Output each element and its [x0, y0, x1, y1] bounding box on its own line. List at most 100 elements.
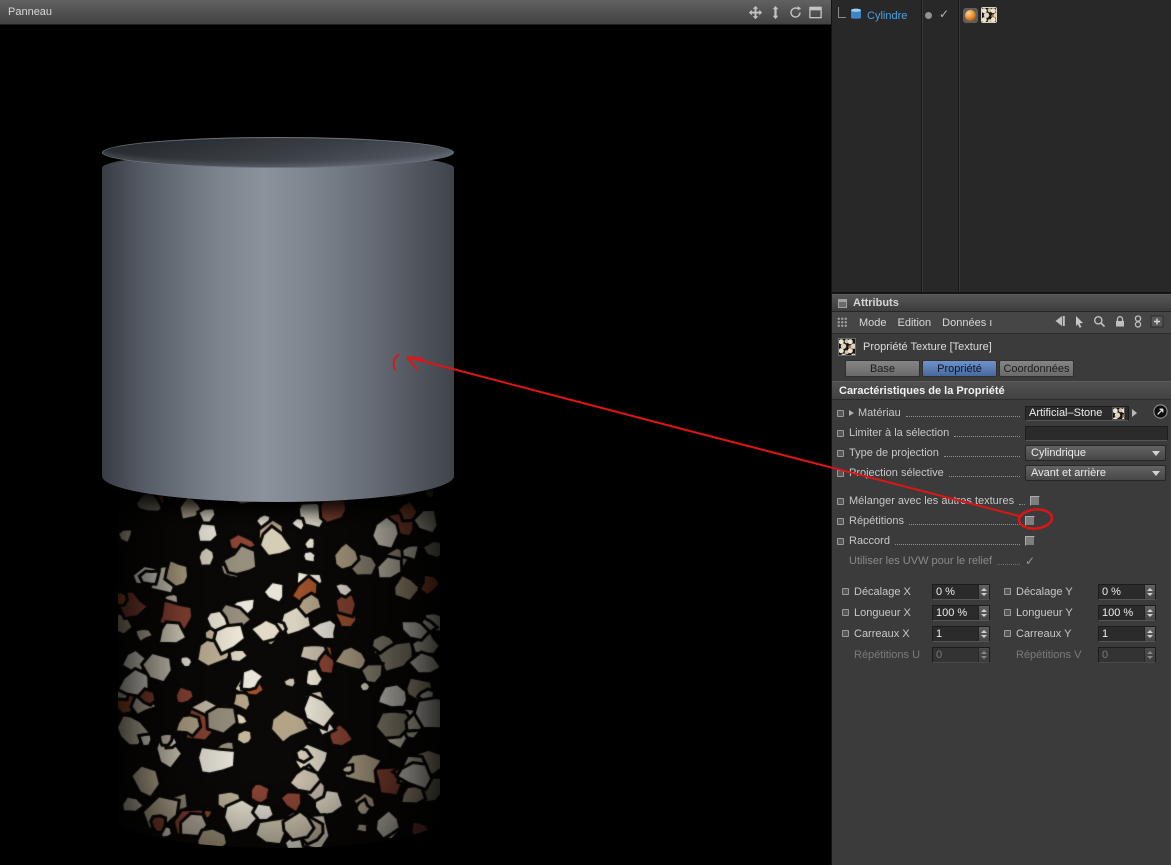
back-icon[interactable]: [1053, 315, 1066, 330]
tag-area: [963, 7, 997, 23]
offset-x-field[interactable]: 0 %: [932, 583, 990, 600]
object-name[interactable]: Cylindre: [867, 10, 907, 22]
length-y-value: 100 %: [1102, 606, 1134, 619]
raccord-checkbox[interactable]: [1025, 536, 1035, 546]
anim-dot-icon[interactable]: [1004, 630, 1011, 637]
material-row: Matériau Artificial–Stone: [837, 403, 1168, 423]
stepper[interactable]: [978, 605, 989, 620]
repetitions-u-value: 0: [936, 648, 943, 661]
selective-label: Projection sélective: [849, 467, 944, 479]
move-view-icon[interactable]: [747, 4, 763, 20]
repetitions-row: Répétitions: [837, 511, 1168, 531]
pick-material-icon[interactable]: [1153, 404, 1168, 422]
anim-dot-icon[interactable]: [837, 497, 844, 505]
search-icon[interactable]: [1093, 315, 1106, 331]
anim-dot-icon[interactable]: [837, 537, 844, 545]
length-x-field[interactable]: 100 %: [932, 604, 990, 621]
material-label: Matériau: [858, 407, 901, 419]
anim-dot-icon[interactable]: [837, 429, 844, 437]
stepper[interactable]: [978, 584, 989, 599]
anim-dot-icon[interactable]: [837, 469, 844, 477]
repetitions-v-label: Répétitions V: [1016, 648, 1082, 661]
offset-y-value: 0 %: [1102, 585, 1121, 598]
property-title-row: Propriété Texture [Texture]: [832, 334, 1171, 360]
offset-y-label: Décalage Y: [1016, 585, 1073, 598]
length-x-label: Longueur X: [854, 606, 911, 619]
cylinder-textured-section[interactable]: [118, 478, 440, 848]
offset-y-field[interactable]: 0 %: [1098, 583, 1156, 600]
viewport-titlebar[interactable]: Panneau: [0, 0, 831, 25]
tiles-y-field[interactable]: 1: [1098, 625, 1156, 642]
stepper[interactable]: [1144, 626, 1155, 641]
repetitions-checkbox[interactable]: [1025, 516, 1035, 526]
arrow-right-icon[interactable]: [1132, 409, 1137, 417]
maximize-view-icon[interactable]: [807, 4, 823, 20]
dotted-leader: [905, 410, 1020, 417]
cylinder-gray-section[interactable]: [102, 152, 454, 502]
column-separator: [921, 0, 922, 292]
anim-dot-icon[interactable]: [1004, 588, 1011, 595]
visibility-dot-icon[interactable]: [925, 12, 932, 19]
tiles-y-value: 1: [1102, 627, 1109, 640]
repetitions-u-label: Répétitions U: [854, 648, 921, 661]
texture-tag-icon[interactable]: [981, 7, 997, 23]
lock-icon[interactable]: [1114, 315, 1126, 331]
zoom-view-icon[interactable]: [767, 4, 783, 20]
projection-type-row: Type de projection Cylindrique: [837, 443, 1168, 463]
repetitions-label: Répétitions: [849, 515, 905, 527]
anim-dot-icon[interactable]: [842, 630, 849, 637]
grip-icon[interactable]: [837, 317, 848, 328]
tiles-x-field[interactable]: 1: [932, 625, 990, 642]
dotted-leader: [954, 430, 1020, 437]
repetitions-u-field: 0: [932, 646, 990, 663]
dotted-leader: [894, 538, 1020, 545]
raccord-row: Raccord: [837, 531, 1168, 551]
offset-x-label: Décalage X: [854, 585, 911, 598]
material-field[interactable]: Artificial–Stone: [1025, 405, 1129, 421]
material-thumb-icon: [1112, 406, 1125, 420]
column-separator: [958, 0, 959, 292]
stepper[interactable]: [978, 626, 989, 641]
menu-donnees[interactable]: Données ı: [942, 317, 992, 329]
enabled-check-icon[interactable]: [939, 7, 949, 21]
tab-coordonnees[interactable]: Coordonnées: [999, 360, 1074, 377]
stepper[interactable]: [1144, 584, 1155, 599]
anim-dot-icon[interactable]: [837, 449, 844, 457]
rotate-view-icon[interactable]: [787, 4, 803, 20]
length-y-field[interactable]: 100 %: [1098, 604, 1156, 621]
menu-edition[interactable]: Edition: [898, 317, 932, 329]
offset-row: Décalage X 0 % Décalage Y 0 %: [837, 581, 1168, 602]
anim-dot-icon[interactable]: [842, 588, 849, 595]
menu-mode[interactable]: Mode: [859, 317, 887, 329]
stepper: [978, 647, 989, 662]
section-header[interactable]: Caractéristiques de la Propriété: [832, 381, 1171, 400]
object-row-cylindre[interactable]: Cylindre: [836, 5, 907, 26]
cylinder-object-icon[interactable]: [849, 7, 863, 24]
anim-dot-icon[interactable]: [837, 517, 844, 525]
mix-textures-label: Mélanger avec les autres textures: [849, 495, 1015, 507]
mix-textures-row: Mélanger avec les autres textures: [837, 491, 1168, 511]
anim-dot-icon[interactable]: [837, 409, 844, 417]
material-tag-icon[interactable]: [963, 7, 978, 23]
selective-dropdown[interactable]: Avant et arrière: [1025, 465, 1166, 481]
restrict-field[interactable]: [1025, 425, 1168, 441]
viewport-3d[interactable]: [0, 0, 831, 865]
restrict-label: Limiter à la sélection: [849, 427, 950, 439]
stepper[interactable]: [1144, 605, 1155, 620]
cursor-icon[interactable]: [1074, 315, 1085, 331]
raccord-label: Raccord: [849, 535, 890, 547]
link-icon[interactable]: [1134, 314, 1142, 331]
tiles-y-label: Carreaux Y: [1016, 627, 1072, 640]
tab-base[interactable]: Base: [845, 360, 920, 377]
add-panel-icon[interactable]: [1150, 315, 1164, 331]
expander-icon[interactable]: [849, 410, 854, 416]
tiles-row: Carreaux X 1 Carreaux Y 1: [837, 623, 1168, 644]
anim-dot-icon[interactable]: [1004, 609, 1011, 616]
uvw-relief-label: Utiliser les UVW pour le relief: [849, 555, 993, 567]
projection-value: Cylindrique: [1031, 447, 1087, 459]
projection-dropdown[interactable]: Cylindrique: [1025, 445, 1166, 461]
mix-textures-checkbox[interactable]: [1030, 496, 1041, 506]
tab-propriete[interactable]: Propriété: [922, 360, 997, 377]
anim-dot-icon[interactable]: [842, 609, 849, 616]
attributes-header[interactable]: Attributs: [832, 294, 1171, 312]
